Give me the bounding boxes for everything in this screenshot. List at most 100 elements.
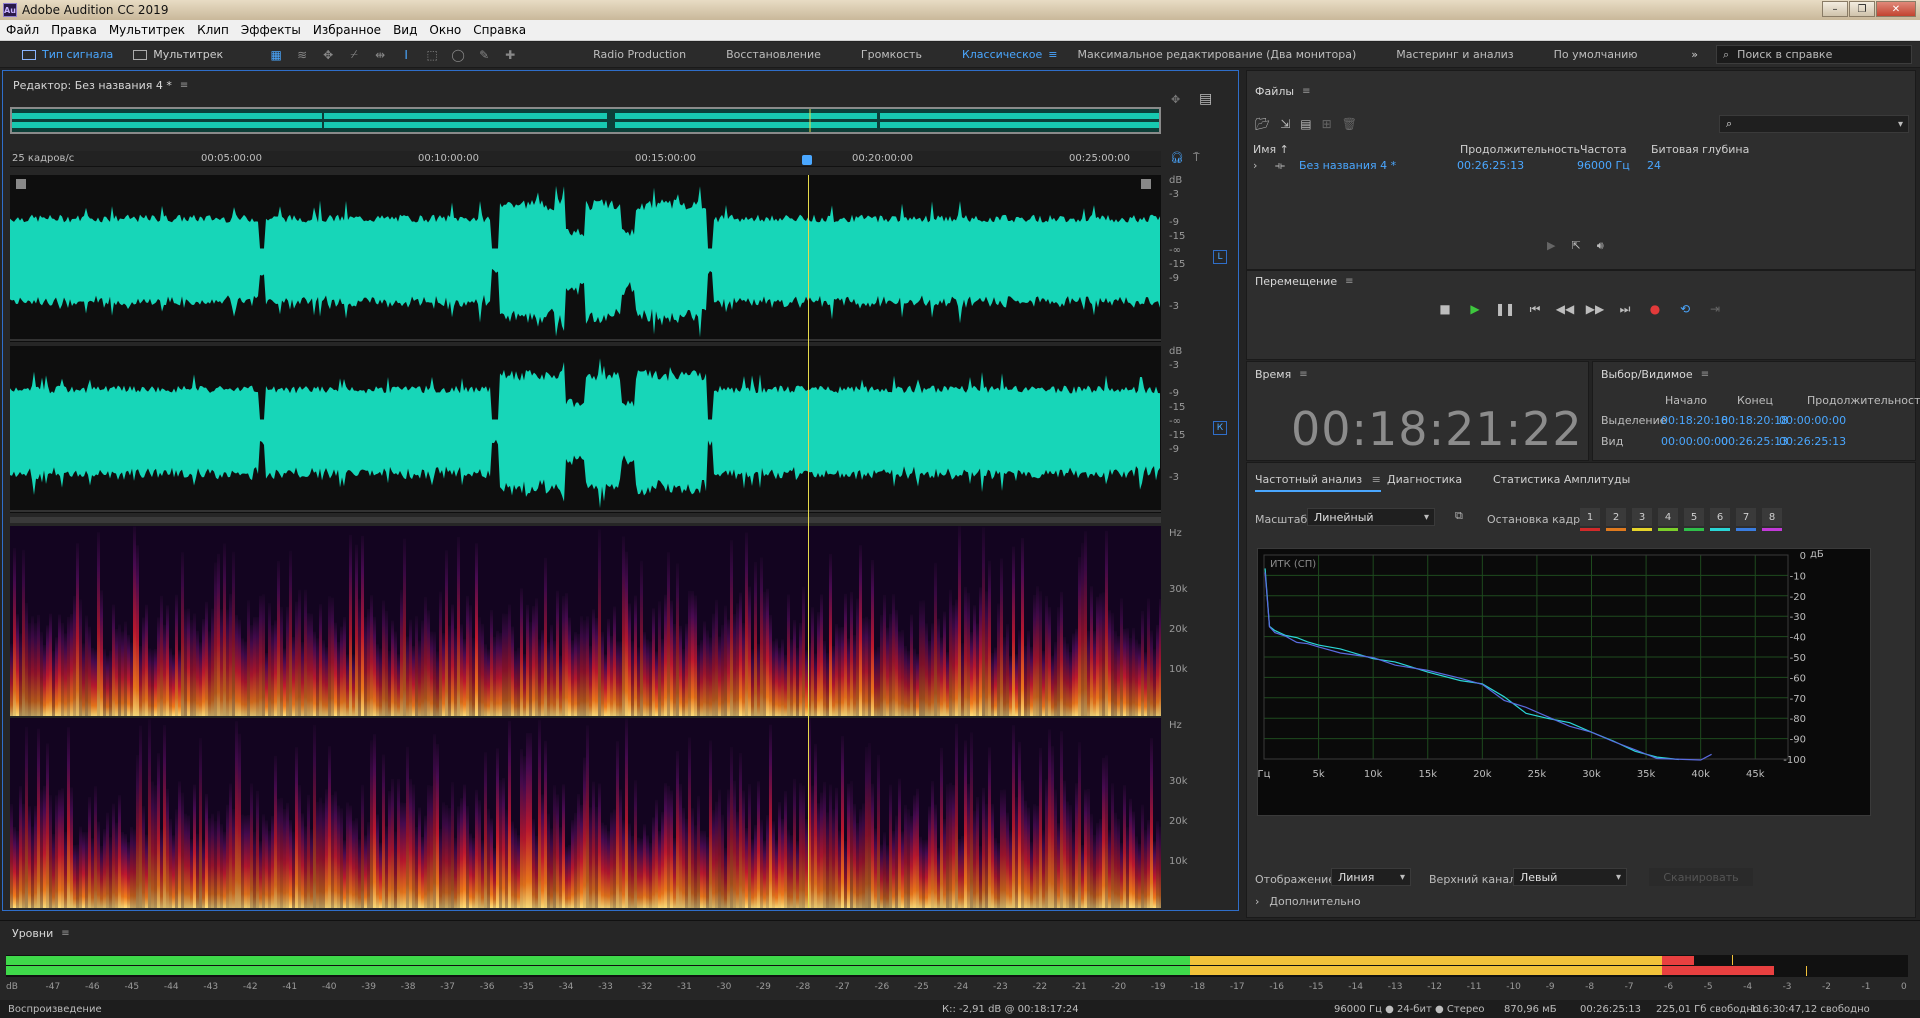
menu-clip[interactable]: Клип: [191, 23, 235, 37]
marquee-tool-icon[interactable]: ⬚: [423, 46, 441, 64]
menu-multitrack[interactable]: Мультитрек: [103, 23, 191, 37]
rewind-button[interactable]: ◀◀: [1553, 299, 1577, 319]
go-to-end-button[interactable]: ⏭: [1613, 299, 1637, 319]
menu-window[interactable]: Окно: [423, 23, 467, 37]
menu-view[interactable]: Вид: [387, 23, 423, 37]
time-panel-menu-icon[interactable]: ≡: [1299, 369, 1307, 380]
analysis-panel-menu-icon[interactable]: ≡: [1372, 473, 1381, 486]
workspace-mastering[interactable]: Мастеринг и анализ: [1376, 48, 1533, 61]
menu-file[interactable]: Файл: [0, 23, 45, 37]
col-duration[interactable]: Продолжительность: [1460, 143, 1580, 156]
freeze-frame-button-2[interactable]: 2: [1606, 508, 1626, 531]
waveform-right-channel[interactable]: [10, 346, 1161, 513]
frequency-analyzer-graph[interactable]: Гц 5k 10k 15k 20k 25k 30k 35k 40k 45k 0 -10 -20 -30 -4…: [1257, 548, 1871, 816]
expand-icon[interactable]: ›: [1253, 159, 1257, 172]
col-depth[interactable]: Битовая глубина: [1651, 143, 1749, 156]
pin-icon[interactable]: ⍑: [1193, 151, 1200, 165]
freeze-toggle-icon[interactable]: ⧉: [1455, 509, 1463, 523]
help-search-input[interactable]: ⌕ Поиск в справке: [1716, 45, 1912, 64]
overview-waveform[interactable]: [10, 107, 1161, 134]
close-button[interactable]: ✕: [1876, 1, 1916, 17]
waveform-left-channel[interactable]: [10, 175, 1161, 342]
freeze-frame-button-8[interactable]: 8: [1762, 508, 1782, 531]
pause-button[interactable]: ❚❚: [1493, 299, 1517, 319]
fast-forward-button[interactable]: ▶▶: [1583, 299, 1607, 319]
brush-tool-icon[interactable]: ✎: [475, 46, 493, 64]
headphones-icon[interactable]: 🎧︎: [1170, 151, 1184, 164]
scale-select[interactable]: Линейный: [1307, 508, 1435, 526]
menu-edit[interactable]: Правка: [45, 23, 103, 37]
new-file-icon[interactable]: ▤: [1300, 117, 1311, 131]
view-duration-field[interactable]: 00:26:25:13: [1779, 435, 1846, 448]
stop-button[interactable]: ■: [1433, 299, 1457, 319]
import-file-icon[interactable]: ⇲: [1280, 117, 1290, 131]
freeze-frame-button-1[interactable]: 1: [1580, 508, 1600, 531]
freeze-frame-button-5[interactable]: 5: [1684, 508, 1704, 531]
timeline-ruler[interactable]: 25 кадров/с 00:05:00:00 00:10:00:00 00:1…: [10, 151, 1161, 167]
menu-favorites[interactable]: Избранное: [307, 23, 387, 37]
spectral-left-channel[interactable]: [10, 526, 1161, 716]
corner-toggle-icon[interactable]: [16, 179, 26, 189]
spectral-display-icon[interactable]: ▦: [267, 46, 285, 64]
view-start-field[interactable]: 00:00:00:00: [1661, 435, 1728, 448]
preview-play-icon[interactable]: ▶: [1547, 239, 1555, 253]
playhead-marker-icon[interactable]: [802, 155, 812, 165]
display-select[interactable]: Линия: [1331, 868, 1411, 886]
time-selection-tool-icon[interactable]: I: [397, 46, 415, 64]
playhead-line[interactable]: [808, 175, 809, 908]
workspace-loudness[interactable]: Громкость: [841, 48, 942, 61]
freeze-frame-button-4[interactable]: 4: [1658, 508, 1678, 531]
healing-brush-icon[interactable]: ✚: [501, 46, 519, 64]
scan-button[interactable]: Сканировать: [1649, 868, 1753, 886]
record-button[interactable]: ●: [1643, 299, 1667, 319]
selection-start-field[interactable]: 00:18:20:18: [1661, 414, 1728, 427]
more-workspaces-icon[interactable]: »: [1691, 48, 1698, 61]
slip-tool-icon[interactable]: ⇹: [371, 46, 389, 64]
more-options-toggle[interactable]: › Дополнительно: [1255, 895, 1361, 908]
tab-diagnostics[interactable]: Диагностика: [1387, 473, 1462, 486]
spectral-right-channel[interactable]: [10, 718, 1161, 908]
razor-tool-icon[interactable]: ⌿: [345, 46, 363, 64]
lasso-tool-icon[interactable]: ◯: [449, 46, 467, 64]
freeze-frame-button-6[interactable]: 6: [1710, 508, 1730, 531]
col-name[interactable]: Имя ↑: [1253, 143, 1289, 156]
corner-toggle-icon[interactable]: [1141, 179, 1151, 189]
menu-help[interactable]: Справка: [467, 23, 532, 37]
right-channel-toggle[interactable]: К: [1213, 421, 1227, 435]
transport-panel-menu-icon[interactable]: ≡: [1345, 276, 1353, 287]
freeze-frame-button-7[interactable]: 7: [1736, 508, 1756, 531]
levels-panel-menu-icon[interactable]: ≡: [61, 928, 69, 939]
delete-file-icon[interactable]: 🗑︎: [1342, 117, 1357, 131]
skip-icon[interactable]: ⇥: [1703, 299, 1727, 319]
files-search-input[interactable]: ⌕: [1719, 115, 1909, 133]
export-icon[interactable]: ⇱: [1571, 239, 1580, 253]
tab-amplitude-statistics[interactable]: Статистика Амплитуды: [1493, 473, 1630, 486]
minimize-button[interactable]: –: [1822, 1, 1848, 17]
workspace-restoration[interactable]: Восстановление: [706, 48, 841, 61]
overview-menu-icon[interactable]: ▤: [1199, 91, 1212, 107]
move-tool-icon[interactable]: ✥: [319, 46, 337, 64]
waveform-mode-button[interactable]: Тип сигнала: [12, 44, 123, 66]
waveform-display-icon[interactable]: ≋: [293, 46, 311, 64]
maximize-button[interactable]: ❐: [1849, 1, 1875, 17]
freeze-frame-button-3[interactable]: 3: [1632, 508, 1652, 531]
multitrack-mode-button[interactable]: Мультитрек: [123, 44, 233, 66]
top-channel-select[interactable]: Левый: [1513, 868, 1627, 886]
current-time-display[interactable]: 00:18:21:22: [1291, 402, 1583, 456]
autoplay-icon[interactable]: 🔊︎: [1597, 239, 1604, 253]
insert-multitrack-icon[interactable]: ⊞: [1322, 117, 1332, 131]
open-file-icon[interactable]: 📂︎: [1255, 117, 1270, 131]
waveform-spectral-divider[interactable]: [10, 517, 1161, 523]
loop-button[interactable]: ⟲: [1673, 299, 1697, 319]
tab-frequency-analysis[interactable]: Частотный анализ ≡: [1255, 473, 1381, 492]
workspace-menu-icon[interactable]: ≡: [1048, 48, 1057, 61]
left-channel-toggle[interactable]: L: [1213, 250, 1227, 264]
workspace-max-editing[interactable]: Максимальное редактирование (Два монитор…: [1057, 48, 1376, 61]
workspace-radio-production[interactable]: Radio Production: [573, 48, 706, 61]
menu-effects[interactable]: Эффекты: [235, 23, 307, 37]
editor-panel-menu-icon[interactable]: ≡: [180, 80, 188, 91]
selection-duration-field[interactable]: 00:00:00:00: [1779, 414, 1846, 427]
col-rate[interactable]: Частота: [1580, 143, 1627, 156]
workspace-default[interactable]: По умолчанию: [1534, 48, 1658, 61]
play-button[interactable]: ▶: [1463, 299, 1487, 319]
